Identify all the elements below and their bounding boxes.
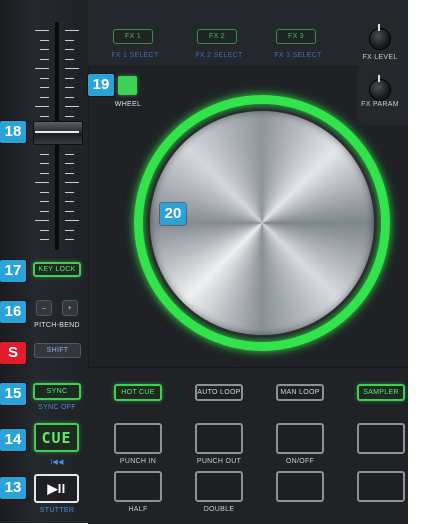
scale-tick	[40, 59, 49, 60]
pitch-bend-label: PITCH-BEND	[34, 322, 80, 329]
knob-marker-icon	[378, 24, 380, 31]
hot-cue-mode-button[interactable]: HOT CUE	[114, 384, 162, 401]
fx-param-label: FX PARAM	[361, 101, 399, 108]
fx3-select-label: FX 3 SELECT	[274, 52, 322, 59]
scale-tick	[65, 211, 74, 212]
fx2-select-label: FX 2 SELECT	[195, 52, 243, 59]
scale-tick	[65, 30, 79, 31]
stutter-label: STUTTER	[39, 507, 75, 514]
sampler-mode-button[interactable]: SAMPLER	[357, 384, 405, 401]
scale-tick	[40, 87, 49, 88]
scale-tick	[65, 154, 74, 155]
callout-shift: S	[0, 342, 26, 364]
knob-marker-icon	[378, 75, 380, 82]
scale-tick	[35, 68, 49, 69]
callout-15: 15	[0, 383, 26, 405]
scale-tick	[40, 163, 49, 164]
scale-tick	[40, 116, 49, 117]
scale-tick	[40, 49, 49, 50]
pad-3-label: ON/OFF	[285, 458, 315, 465]
scale-tick	[65, 68, 79, 69]
callout-18: 18	[0, 121, 26, 143]
key-lock-button[interactable]: KEY LOCK	[33, 262, 81, 277]
scale-tick	[35, 182, 49, 183]
pad-8[interactable]	[357, 471, 405, 502]
scale-tick	[40, 154, 49, 155]
scale-tick	[40, 211, 49, 212]
fx-param-knob[interactable]	[369, 79, 391, 101]
callout-19: 19	[88, 74, 114, 96]
scale-tick	[65, 239, 74, 240]
scale-tick	[40, 40, 49, 41]
fx2-button[interactable]: FX 2	[197, 29, 237, 44]
pad-4[interactable]	[357, 423, 405, 454]
scale-tick	[65, 49, 74, 50]
play-pause-icon: ▶II	[47, 480, 66, 496]
scale-tick	[65, 97, 74, 98]
scale-tick	[40, 230, 49, 231]
pad-5-label: HALF	[128, 506, 148, 513]
callout-20: 20	[160, 203, 186, 225]
scale-tick	[40, 201, 49, 202]
panel-seam	[88, 367, 408, 368]
scale-tick	[65, 173, 74, 174]
wheel-button[interactable]	[118, 76, 137, 95]
scale-tick	[65, 116, 74, 117]
pad-5[interactable]	[114, 471, 162, 502]
pad-2[interactable]	[195, 423, 243, 454]
play-pause-button[interactable]: ▶II	[34, 474, 79, 503]
scale-tick	[35, 30, 49, 31]
pad-1[interactable]	[114, 423, 162, 454]
wheel-label: WHEEL	[114, 101, 142, 108]
scale-tick	[40, 97, 49, 98]
cue-button[interactable]: CUE	[34, 423, 79, 452]
scale-tick	[65, 201, 74, 202]
pad-6-label: DOUBLE	[203, 506, 235, 513]
fx-level-label: FX LEVEL	[362, 54, 398, 61]
scale-tick	[65, 59, 74, 60]
scale-tick	[65, 87, 74, 88]
auto-loop-mode-button[interactable]: AUTO LOOP	[195, 384, 243, 401]
pitch-bend-plus-button[interactable]: +	[62, 300, 78, 316]
scale-tick	[40, 173, 49, 174]
pad-3[interactable]	[276, 423, 324, 454]
shift-button[interactable]: SHIFT	[34, 343, 81, 358]
pad-1-label: PUNCH IN	[119, 458, 157, 465]
scale-tick	[65, 192, 74, 193]
scale-tick	[40, 78, 49, 79]
scale-tick	[65, 230, 74, 231]
cue-return-label: I◀◀	[50, 459, 64, 466]
scale-tick	[35, 220, 49, 221]
sync-off-label: SYNC OFF	[38, 404, 76, 411]
pad-7[interactable]	[276, 471, 324, 502]
scale-tick	[35, 106, 49, 107]
callout-13: 13	[0, 477, 26, 499]
scale-tick	[65, 78, 74, 79]
pitch-bend-minus-button[interactable]: –	[36, 300, 52, 316]
fx1-select-label: FX 1 SELECT	[111, 52, 159, 59]
fx-level-knob[interactable]	[369, 28, 391, 50]
pad-2-label: PUNCH OUT	[196, 458, 242, 465]
callout-14: 14	[0, 429, 26, 451]
fx3-button[interactable]: FX 3	[276, 29, 316, 44]
sync-button[interactable]: SYNC	[33, 383, 81, 400]
panel-seam	[88, 66, 358, 67]
callout-16: 16	[0, 301, 26, 323]
fx1-button[interactable]: FX 1	[113, 29, 153, 44]
scale-tick	[40, 192, 49, 193]
scale-tick	[65, 220, 79, 221]
scale-tick	[65, 40, 74, 41]
scale-tick	[40, 239, 49, 240]
scale-tick	[65, 163, 74, 164]
pitch-fader-center-line	[35, 131, 79, 133]
pad-6[interactable]	[195, 471, 243, 502]
scale-tick	[65, 182, 79, 183]
callout-17: 17	[0, 260, 26, 282]
cue-label: CUE	[41, 428, 72, 447]
pitch-fader[interactable]	[33, 121, 83, 145]
scale-tick	[65, 106, 79, 107]
manual-loop-mode-button[interactable]: MAN LOOP	[276, 384, 324, 401]
